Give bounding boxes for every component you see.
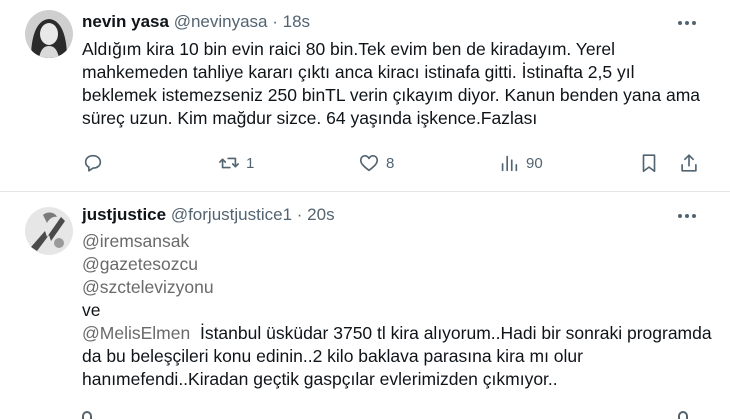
mention-link[interactable]: @szctelevizyonu bbox=[82, 276, 712, 299]
tweet[interactable]: justjustice @forjustjustice1 · 20s @irem… bbox=[0, 193, 730, 420]
connector-text: ve bbox=[82, 300, 101, 320]
mention-link[interactable]: @MelisElmen bbox=[82, 323, 190, 343]
like-button[interactable]: 8 bbox=[358, 150, 394, 176]
tweet[interactable]: nevin yasa @nevinyasa · 18s Aldığım kira… bbox=[0, 0, 730, 192]
tweet-header: justjustice @forjustjustice1 · 20s bbox=[82, 205, 335, 225]
timestamp[interactable]: 18s bbox=[283, 12, 310, 31]
action-bar-partial bbox=[82, 407, 702, 419]
like-count: 8 bbox=[386, 154, 395, 172]
share-button[interactable] bbox=[678, 150, 700, 176]
user-handle[interactable]: @forjustjustice1 bbox=[171, 205, 292, 224]
separator-dot: · bbox=[296, 205, 303, 224]
reply-button[interactable] bbox=[82, 150, 110, 176]
retweet-icon bbox=[219, 157, 239, 169]
share-icon[interactable] bbox=[678, 411, 688, 419]
share-icon bbox=[681, 154, 697, 172]
tweet-text: @iremsansak @gazetesozcu @szctelevizyonu… bbox=[82, 230, 712, 391]
mention-link[interactable]: @gazetesozcu bbox=[82, 253, 712, 276]
bookmark-icon bbox=[642, 154, 656, 173]
avatar[interactable] bbox=[25, 207, 73, 255]
avatar[interactable] bbox=[25, 10, 73, 58]
tweet-header: nevin yasa @nevinyasa · 18s bbox=[82, 12, 310, 32]
heart-icon bbox=[359, 155, 379, 172]
retweet-button[interactable]: 1 bbox=[218, 150, 254, 176]
retweet-count: 1 bbox=[246, 154, 255, 172]
reply-icon[interactable] bbox=[82, 411, 92, 419]
views-button[interactable]: 90 bbox=[498, 150, 543, 176]
separator-dot: · bbox=[272, 12, 278, 31]
more-icon[interactable] bbox=[676, 205, 698, 227]
more-icon[interactable] bbox=[676, 12, 698, 34]
display-name[interactable]: justjustice bbox=[82, 205, 166, 224]
timestamp[interactable]: 20s bbox=[307, 205, 334, 224]
reply-icon bbox=[84, 154, 102, 172]
tweet-text: Aldığım kira 10 bin evin raici 80 bin.Te… bbox=[82, 39, 701, 128]
user-handle[interactable]: @nevinyasa bbox=[174, 12, 268, 31]
bookmark-button[interactable] bbox=[638, 150, 660, 176]
display-name[interactable]: nevin yasa bbox=[82, 12, 169, 31]
views-count: 90 bbox=[526, 154, 543, 172]
action-bar: 1 8 90 bbox=[82, 150, 702, 176]
mention-link[interactable]: @iremsansak bbox=[82, 230, 712, 253]
views-icon bbox=[501, 155, 518, 172]
